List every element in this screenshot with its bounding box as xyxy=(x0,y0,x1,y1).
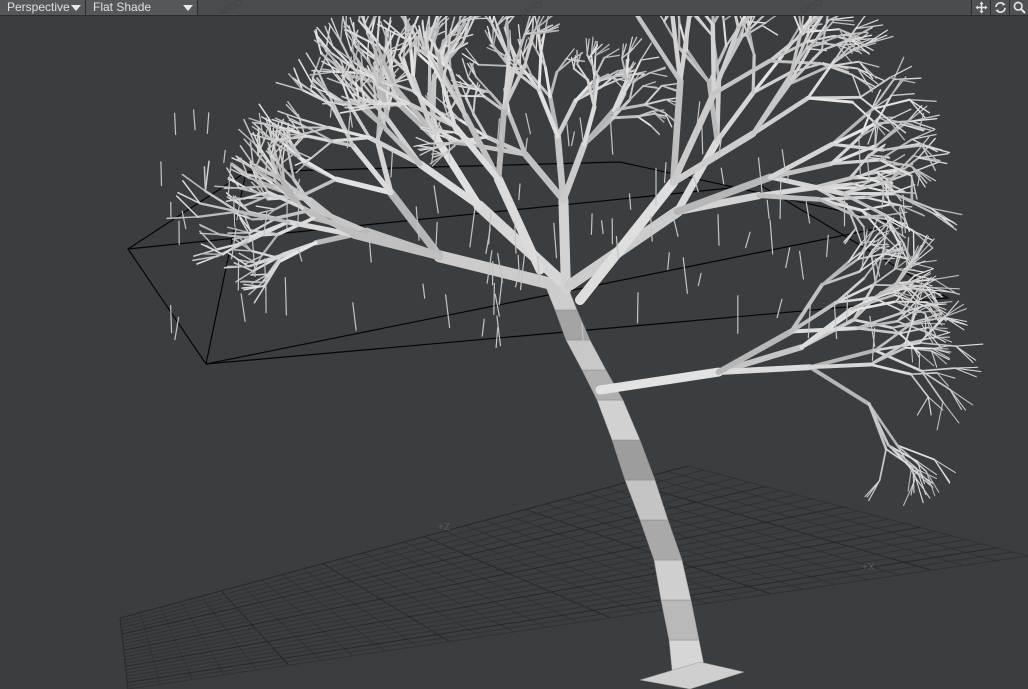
3d-viewport[interactable]: Perspective Flat Shade MOO MOO MOO +Z +X xyxy=(0,0,1028,689)
shade-mode-label: Flat Shade xyxy=(93,0,152,14)
ground-grid xyxy=(119,465,1028,689)
zoom-view-icon[interactable] xyxy=(1009,0,1028,15)
scene-render[interactable] xyxy=(0,16,1028,689)
rotate-view-icon[interactable] xyxy=(990,0,1009,15)
chevron-down-icon xyxy=(183,5,193,11)
chevron-down-icon xyxy=(71,5,81,11)
viewport-toolbar: Perspective Flat Shade xyxy=(0,0,1028,16)
tree-trunk xyxy=(544,284,745,689)
view-mode-dropdown[interactable]: Perspective xyxy=(0,0,86,15)
axis-x-label: +X xyxy=(862,562,875,573)
shade-mode-dropdown[interactable]: Flat Shade xyxy=(86,0,198,15)
view-mode-label: Perspective xyxy=(7,0,70,14)
tree-branches xyxy=(160,16,984,506)
move-view-icon[interactable] xyxy=(971,0,990,15)
axis-z-label: +Z xyxy=(438,522,450,533)
